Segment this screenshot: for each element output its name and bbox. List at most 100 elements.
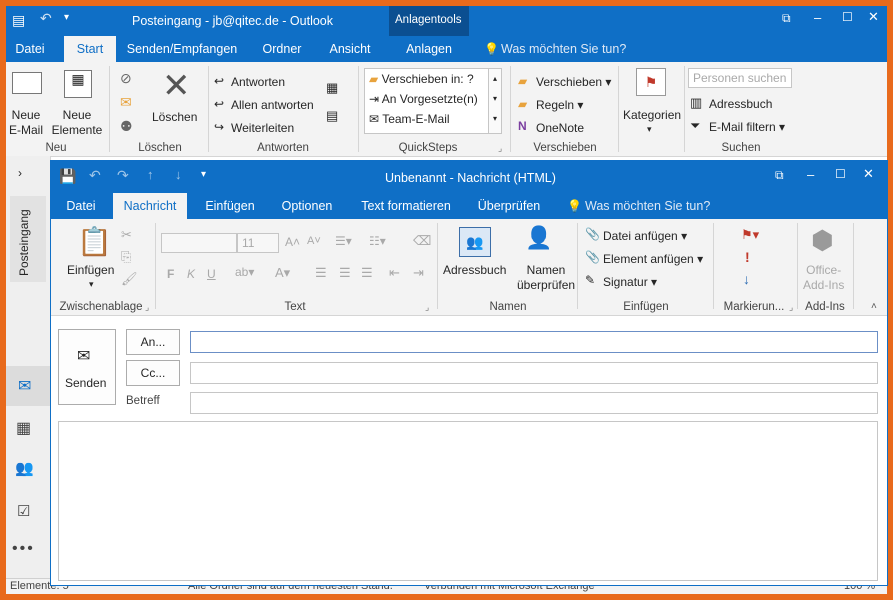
ribbon-display-options-icon[interactable]: ⧉ xyxy=(775,168,784,183)
tab-ordner[interactable]: Ordner xyxy=(254,36,310,62)
junk-icon[interactable]: ⚉ xyxy=(120,118,133,135)
maximize-icon[interactable]: ☐ xyxy=(835,167,846,181)
minimize-icon[interactable]: – xyxy=(807,167,814,182)
clear-formatting-icon[interactable]: ⌫ xyxy=(413,233,431,249)
shrink-font-icon[interactable]: A˅ xyxy=(307,235,321,247)
font-name-select[interactable] xyxy=(161,233,237,253)
new-email-button[interactable]: Neue E-Mail xyxy=(8,108,44,138)
close-icon[interactable]: ✕ xyxy=(863,166,874,182)
quick-access-dropdown-icon[interactable]: ▾ xyxy=(64,12,69,23)
tab-text-formatieren[interactable]: Text formatieren xyxy=(355,193,457,219)
dialog-launcher-icon[interactable]: ⌟ xyxy=(789,302,793,313)
align-center-icon[interactable]: ☰ xyxy=(339,265,351,281)
quickstep-item[interactable]: ⇥ An Vorgesetzte(n) xyxy=(369,92,478,106)
tab-anlagen[interactable]: Anlagen xyxy=(391,36,467,62)
signature-button[interactable]: Signatur ▾ xyxy=(603,275,657,289)
attach-item-button[interactable]: Element anfügen ▾ xyxy=(603,252,703,266)
subject-input[interactable] xyxy=(190,392,878,414)
next-item-icon[interactable]: ↓ xyxy=(175,167,182,182)
format-painter-icon[interactable]: 🖌 xyxy=(121,271,138,287)
reply-button[interactable]: Antworten xyxy=(231,75,285,89)
paste-button[interactable]: Einfügen xyxy=(67,263,114,277)
ribbon-display-options-icon[interactable]: ⧉ xyxy=(782,11,791,26)
move-button[interactable]: Verschieben ▾ xyxy=(536,75,611,89)
check-names-button[interactable]: Namen überprüfen xyxy=(517,263,575,293)
tab-datei[interactable]: Datei xyxy=(6,36,54,62)
send-button[interactable]: ✉ Senden xyxy=(58,329,116,405)
maximize-icon[interactable]: ☐ xyxy=(842,10,853,24)
close-icon[interactable]: ✕ xyxy=(868,9,879,25)
message-body-editor[interactable] xyxy=(58,421,878,581)
ignore-icon[interactable]: ⊘ xyxy=(120,70,132,87)
quick-access-dropdown-icon[interactable]: ▾ xyxy=(201,169,206,180)
highlight-icon[interactable]: ab▾ xyxy=(235,265,254,279)
grow-font-icon[interactable]: A˄ xyxy=(285,235,300,249)
minimize-icon[interactable]: – xyxy=(814,10,821,25)
tab-datei[interactable]: Datei xyxy=(59,193,103,219)
tell-me-search[interactable]: Was möchten Sie tun? xyxy=(501,42,626,56)
high-importance-icon[interactable]: ! xyxy=(745,249,750,265)
office-addins-button[interactable]: Office- Add-Ins xyxy=(803,263,844,293)
forward-button[interactable]: Weiterleiten xyxy=(231,121,294,135)
tab-ansicht[interactable]: Ansicht xyxy=(322,36,378,62)
quicksteps-scroll[interactable]: ▴ ▾ ▾ xyxy=(488,68,502,134)
search-people-input[interactable]: Personen suchen xyxy=(688,68,792,88)
new-items-button[interactable]: Neue Elemente xyxy=(46,108,108,138)
tab-start[interactable]: Start xyxy=(64,36,116,62)
dialog-launcher-icon[interactable]: ⌟ xyxy=(145,302,149,313)
reply-all-button[interactable]: Allen antworten xyxy=(231,98,314,112)
to-button[interactable]: An... xyxy=(126,329,180,355)
delete-button[interactable]: Löschen xyxy=(152,110,197,124)
cc-button[interactable]: Cc... xyxy=(126,360,180,386)
redo-icon[interactable]: ↷ xyxy=(117,167,129,184)
tab-nachricht[interactable]: Nachricht xyxy=(113,193,187,219)
to-input[interactable] xyxy=(190,331,878,353)
more-respond-icon[interactable]: ▤ xyxy=(326,108,338,124)
expand-folder-pane-icon[interactable]: › xyxy=(18,166,22,180)
cc-input[interactable] xyxy=(190,362,878,384)
tell-me-search[interactable]: Was möchten Sie tun? xyxy=(585,199,710,213)
font-color-icon[interactable]: A▾ xyxy=(275,265,290,281)
tab-einfuegen[interactable]: Einfügen xyxy=(199,193,261,219)
more-apps-icon[interactable]: ••• xyxy=(12,540,35,558)
meeting-icon[interactable]: ▦ xyxy=(326,80,338,96)
address-book-button[interactable]: Adressbuch xyxy=(443,263,506,277)
underline-icon[interactable]: U xyxy=(207,267,216,281)
cut-icon[interactable]: ✂ xyxy=(121,227,132,243)
align-left-icon[interactable]: ☰ xyxy=(315,265,327,281)
cleanup-icon[interactable]: ✉ xyxy=(120,94,132,111)
copy-icon[interactable]: ⎘ xyxy=(121,249,131,265)
categories-button[interactable]: Kategorien xyxy=(623,108,681,122)
dialog-launcher-icon[interactable]: ⌟ xyxy=(425,302,429,313)
follow-up-flag-icon[interactable]: ⚑▾ xyxy=(741,227,759,243)
people-icon[interactable]: 👥 xyxy=(15,459,34,477)
bullets-icon[interactable]: ☰▾ xyxy=(335,234,352,248)
calendar-icon[interactable]: ▦ xyxy=(16,418,31,438)
dialog-launcher-icon[interactable]: ⌟ xyxy=(498,143,502,154)
filter-email-button[interactable]: E-Mail filtern ▾ xyxy=(709,120,785,134)
bold-icon[interactable]: F xyxy=(167,267,174,281)
save-icon[interactable]: 💾 xyxy=(59,168,76,185)
rules-button[interactable]: Regeln ▾ xyxy=(536,98,583,112)
low-importance-icon[interactable]: ↓ xyxy=(743,271,750,287)
folder-pane-collapsed[interactable]: Posteingang xyxy=(10,196,46,282)
font-size-select[interactable]: 11 xyxy=(237,233,279,253)
quickstep-item[interactable]: ▰ Verschieben in: ? xyxy=(369,72,474,86)
onenote-button[interactable]: OneNote xyxy=(536,121,584,135)
tasks-icon[interactable]: ☑ xyxy=(17,502,30,520)
collapse-ribbon-icon[interactable]: ˄ xyxy=(871,301,877,312)
decrease-indent-icon[interactable]: ⇤ xyxy=(389,265,400,281)
mail-nav-button[interactable]: ✉ xyxy=(6,366,50,406)
undo-icon[interactable]: ↶ xyxy=(40,10,52,27)
undo-icon[interactable]: ↶ xyxy=(89,167,101,184)
italic-icon[interactable]: K xyxy=(187,267,195,281)
attach-file-button[interactable]: Datei anfügen ▾ xyxy=(603,229,687,243)
quickstep-item[interactable]: ✉ Team-E-Mail xyxy=(369,112,450,126)
align-right-icon[interactable]: ☰ xyxy=(361,265,373,281)
tab-senden-empfangen[interactable]: Senden/Empfangen xyxy=(124,36,240,62)
numbering-icon[interactable]: ☷▾ xyxy=(369,234,386,248)
address-book-button[interactable]: Adressbuch xyxy=(709,97,772,111)
tab-optionen[interactable]: Optionen xyxy=(275,193,339,219)
previous-item-icon[interactable]: ↑ xyxy=(147,167,154,182)
tab-ueberpruefen[interactable]: Überprüfen xyxy=(471,193,547,219)
